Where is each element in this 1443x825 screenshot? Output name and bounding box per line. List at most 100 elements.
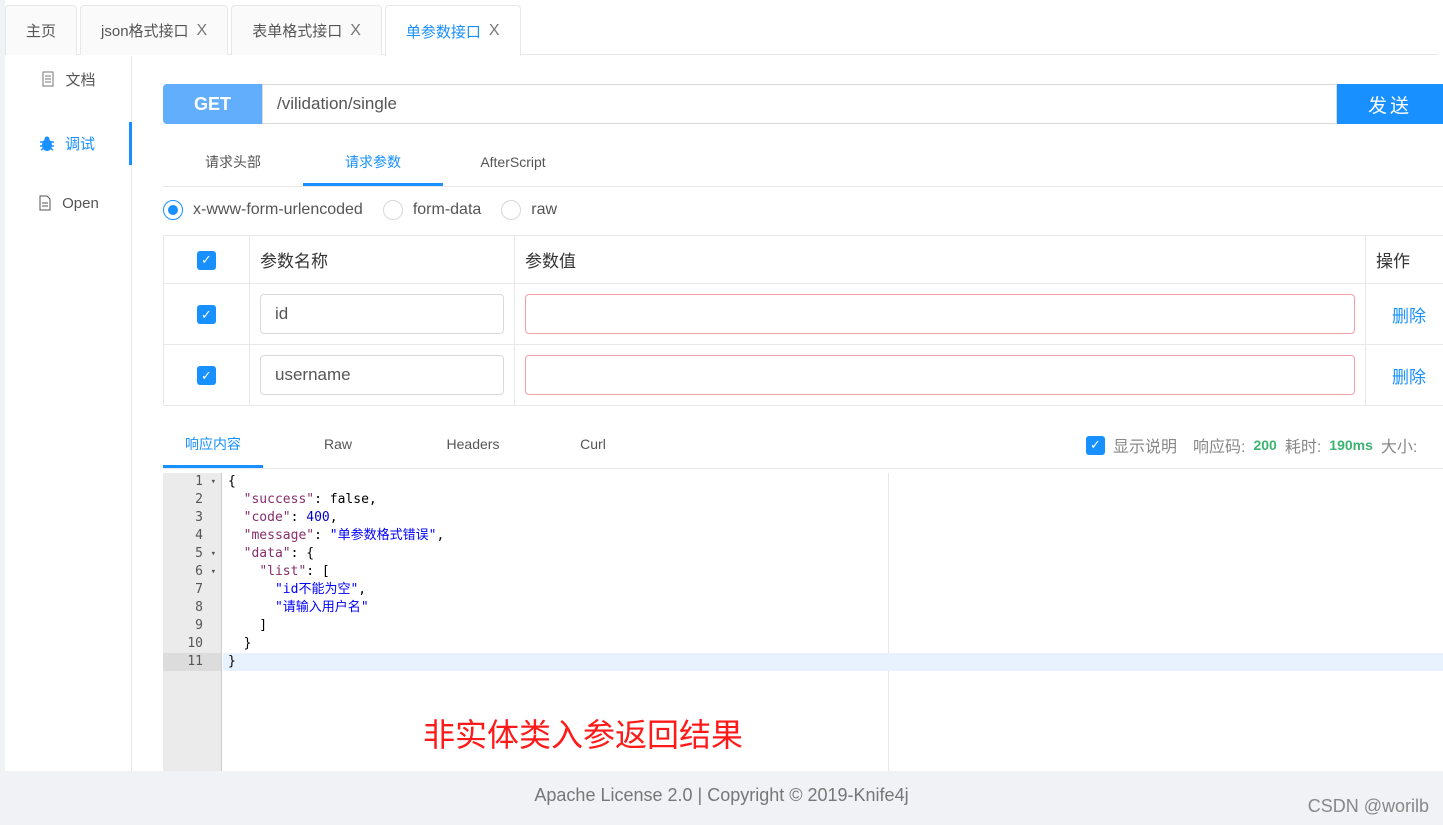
url-input[interactable]: /vilidation/single bbox=[262, 84, 1337, 124]
radio-label: raw bbox=[531, 201, 558, 218]
tab-curl[interactable]: Curl bbox=[533, 422, 653, 468]
radio-circle[interactable] bbox=[163, 200, 183, 220]
code-label: 响应码: bbox=[1193, 439, 1246, 456]
request-tabs: 请求头部 请求参数 AfterScript bbox=[163, 140, 1443, 187]
line-number: 9 bbox=[195, 618, 203, 633]
radio-circle[interactable] bbox=[382, 200, 403, 220]
radio-circle[interactable] bbox=[501, 200, 522, 220]
close-icon[interactable]: X bbox=[350, 22, 361, 40]
line-number: 3 bbox=[195, 510, 203, 525]
line-number: 5 bbox=[163, 545, 221, 563]
line-number: 8 bbox=[195, 600, 203, 615]
show-desc-checkbox[interactable]: ✓ bbox=[1086, 435, 1105, 455]
json-list-item: 请输入用户名 bbox=[282, 600, 361, 615]
row-check-cell: ✓ bbox=[163, 344, 250, 406]
radio-urlencoded[interactable]: x-www-form-urlencoded bbox=[163, 200, 363, 220]
sidebar-item-label: 文档 bbox=[65, 71, 96, 89]
value-cell bbox=[514, 344, 1366, 406]
radio-label: x-www-form-urlencoded bbox=[193, 201, 363, 218]
table-row: ✓ username 删除 bbox=[163, 344, 1443, 406]
delete-link[interactable]: 删除 bbox=[1365, 283, 1443, 345]
sidebar-item-label: Open bbox=[62, 194, 99, 212]
response-status: ✓ 显示说明 响应码: 200 耗时: 190ms 大小: bbox=[1086, 433, 1417, 457]
table-header: ✓ 参数名称 参数值 操作 bbox=[163, 235, 1443, 284]
radio-raw[interactable]: raw bbox=[501, 200, 557, 220]
tab-home[interactable]: 主页 bbox=[5, 5, 78, 55]
close-icon[interactable]: X bbox=[489, 22, 500, 40]
line-gutter: 1 2 3 4 5 6 7 8 9 10 11 bbox=[163, 473, 222, 771]
row-check-cell: ✓ bbox=[163, 283, 250, 345]
line-number: 10 bbox=[187, 636, 203, 651]
footer: Apache License 2.0 | Copyright © 2019-Kn… bbox=[534, 785, 909, 805]
tab-json[interactable]: json格式接口 X bbox=[80, 5, 229, 55]
tab-request-params[interactable]: 请求参数 bbox=[303, 140, 443, 186]
request-bar: GET /vilidation/single 发送 bbox=[163, 84, 1443, 124]
response-time: 190ms bbox=[1329, 437, 1373, 453]
code-line: "id不能为空", bbox=[274, 582, 367, 597]
json-code-value: 400 bbox=[306, 510, 330, 525]
json-message-value: 单参数格式错误 bbox=[337, 528, 429, 543]
response-editor[interactable]: 1 2 3 4 5 6 7 8 9 10 11 { "success": fal… bbox=[163, 473, 1443, 771]
select-all-cell: ✓ bbox=[163, 235, 250, 284]
line-number: 11 bbox=[163, 653, 221, 671]
annotation-text: 非实体类入参返回结果 bbox=[423, 717, 744, 753]
send-button[interactable]: 发送 bbox=[1337, 84, 1443, 124]
select-all-checkbox[interactable]: ✓ bbox=[197, 250, 216, 270]
size-label: 大小: bbox=[1380, 439, 1418, 456]
param-name-input[interactable]: username bbox=[260, 355, 504, 395]
json-success-value: false bbox=[329, 492, 369, 507]
row-checkbox[interactable]: ✓ bbox=[197, 366, 216, 386]
tab-raw[interactable]: Raw bbox=[263, 422, 413, 468]
line-number: 4 bbox=[195, 528, 203, 543]
code-line: } bbox=[223, 653, 1443, 671]
name-cell: id bbox=[249, 283, 515, 345]
header-param-name: 参数名称 bbox=[249, 235, 515, 284]
tab-afterscript[interactable]: AfterScript bbox=[443, 140, 583, 186]
code-line: "message": "单参数格式错误", bbox=[243, 528, 445, 543]
method-badge: GET bbox=[163, 84, 262, 124]
bug-icon bbox=[39, 136, 54, 151]
watermark: CSDN @worilb bbox=[1307, 796, 1429, 816]
status-code: 200 bbox=[1253, 437, 1277, 453]
name-cell: username bbox=[249, 344, 515, 406]
code-line: "data": { bbox=[243, 546, 315, 561]
time-label: 耗时: bbox=[1284, 439, 1322, 456]
close-icon[interactable]: X bbox=[197, 22, 208, 40]
code-line: ] bbox=[228, 618, 268, 633]
code-lines: { "success": false, "code": 400, "messag… bbox=[223, 473, 1443, 671]
param-name-input[interactable]: id bbox=[260, 294, 504, 334]
tab-response-content[interactable]: 响应内容 bbox=[163, 422, 263, 468]
tab-bar: 主页 json格式接口 X 表单格式接口 X 单参数接口 X bbox=[5, 5, 1438, 56]
file-icon bbox=[39, 195, 51, 211]
line-number: 1 bbox=[163, 473, 221, 491]
code-line: "请输入用户名" bbox=[274, 600, 369, 615]
header-action: 操作 bbox=[1365, 235, 1443, 284]
param-value-input[interactable] bbox=[525, 355, 1355, 395]
sidebar-item-label: 调试 bbox=[64, 136, 95, 153]
sidebar: 文档 调试 Open bbox=[5, 56, 132, 771]
sidebar-item-open[interactable]: Open bbox=[5, 183, 132, 223]
header-param-value: 参数值 bbox=[514, 235, 1366, 284]
line-number: 6 bbox=[163, 563, 221, 581]
sidebar-item-debug[interactable]: 调试 bbox=[5, 122, 132, 165]
row-checkbox[interactable]: ✓ bbox=[197, 305, 216, 325]
table-row: ✓ id 删除 bbox=[163, 283, 1443, 345]
tab-form[interactable]: 表单格式接口 X bbox=[231, 5, 382, 55]
tab-headers[interactable]: Headers bbox=[413, 422, 533, 468]
tab-single[interactable]: 单参数接口 X bbox=[384, 5, 521, 56]
tab-request-headers[interactable]: 请求头部 bbox=[163, 140, 303, 186]
radio-form-data[interactable]: form-data bbox=[382, 200, 482, 220]
value-cell bbox=[514, 283, 1366, 345]
json-list-item: id不能为空 bbox=[282, 582, 351, 597]
sidebar-item-doc[interactable]: 文档 bbox=[5, 59, 132, 99]
code-line: "success": false, bbox=[243, 492, 377, 507]
tab-label: json格式接口 bbox=[101, 23, 189, 40]
line-number: 7 bbox=[195, 582, 203, 597]
tab-label: 主页 bbox=[26, 23, 57, 40]
tab-label: 表单格式接口 bbox=[252, 23, 343, 40]
delete-link[interactable]: 删除 bbox=[1365, 344, 1443, 406]
param-value-input[interactable] bbox=[525, 294, 1355, 334]
code-line: "list": [ bbox=[259, 564, 330, 579]
code-line: "code": 400, bbox=[243, 510, 338, 525]
radio-label: form-data bbox=[412, 201, 482, 218]
